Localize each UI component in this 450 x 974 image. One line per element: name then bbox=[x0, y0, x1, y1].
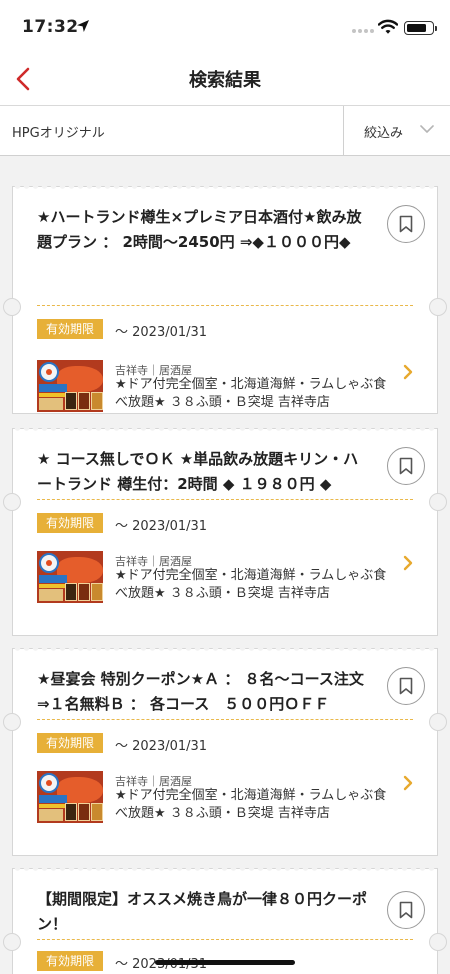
chevron-right-icon bbox=[403, 364, 413, 380]
filter-button[interactable]: 絞込み bbox=[343, 106, 450, 156]
expiry-date: 〜 2023/01/31 bbox=[115, 519, 208, 534]
coupon-list: ★ハートランド樽生×プレミア日本酒付★飲み放題プラン ： 2時間〜2450円 ⇒… bbox=[0, 156, 450, 974]
status-bar: 17:32 bbox=[0, 0, 450, 52]
expiry-date: 〜 2023/01/31 bbox=[115, 325, 208, 340]
navigation-bar: 検索結果 bbox=[0, 52, 450, 106]
location-arrow-icon bbox=[77, 20, 89, 32]
coupon-title: ★ コース無しでＯＫ ★単品飲み放題キリン・ハートランド 樽生付：2時間 ◆ １… bbox=[37, 450, 359, 493]
search-source-label: HPGオリジナル bbox=[12, 126, 105, 141]
shop-thumbnail bbox=[37, 551, 103, 603]
expiry-badge: 有効期限 bbox=[37, 733, 103, 753]
chevron-right-icon bbox=[403, 775, 413, 791]
coupon-title: ★ハートランド樽生×プレミア日本酒付★飲み放題プラン ： 2時間〜2450円 ⇒… bbox=[37, 208, 362, 251]
coupon-card[interactable]: ★昼宴会 特別クーポン★Ａ ： ８名〜コース注文⇒１名無料Ｂ ： 各コース ５０… bbox=[2, 648, 448, 856]
bookmark-icon bbox=[399, 677, 413, 695]
coupon-card[interactable]: ★ハートランド樽生×プレミア日本酒付★飲み放題プラン ： 2時間〜2450円 ⇒… bbox=[2, 186, 448, 414]
filter-label: 絞込み bbox=[364, 126, 404, 141]
chevron-down-icon bbox=[420, 125, 434, 133]
coupon-title: 【期間限定】オススメ焼き鳥が一律８０円クーポン！ bbox=[37, 890, 368, 933]
chevron-right-icon bbox=[403, 555, 413, 571]
battery-icon bbox=[404, 21, 437, 35]
page-title: 検索結果 bbox=[189, 70, 261, 91]
expiry-badge: 有効期限 bbox=[37, 319, 103, 339]
expiry-badge: 有効期限 bbox=[37, 951, 103, 971]
shop-name: ★ドア付完全個室・北海道海鮮・ラムしゃぶ食べ放題★ ３８ふ頭・Ｂ突堤 吉祥寺店 bbox=[115, 788, 387, 821]
bookmark-icon bbox=[399, 215, 413, 233]
coupon-title: ★昼宴会 特別クーポン★Ａ ： ８名〜コース注文⇒１名無料Ｂ ： 各コース ５０… bbox=[37, 670, 364, 713]
bookmark-button[interactable] bbox=[387, 447, 425, 485]
bookmark-button[interactable] bbox=[387, 891, 425, 929]
bookmark-icon bbox=[399, 901, 413, 919]
bookmark-button[interactable] bbox=[387, 205, 425, 243]
bookmark-icon bbox=[399, 457, 413, 475]
home-indicator bbox=[155, 960, 295, 965]
coupon-card[interactable]: 【期間限定】オススメ焼き鳥が一律８０円クーポン！ 有効期限 〜 2023/01/… bbox=[2, 868, 448, 974]
shop-thumbnail bbox=[37, 360, 103, 412]
coupon-card[interactable]: ★ コース無しでＯＫ ★単品飲み放題キリン・ハートランド 樽生付：2時間 ◆ １… bbox=[2, 428, 448, 636]
shop-thumbnail bbox=[37, 771, 103, 823]
status-time: 17:32 bbox=[22, 17, 79, 37]
wifi-icon bbox=[378, 19, 398, 34]
expiry-badge: 有効期限 bbox=[37, 513, 103, 533]
shop-name: ★ドア付完全個室・北海道海鮮・ラムしゃぶ食べ放題★ ３８ふ頭・Ｂ突堤 吉祥寺店 bbox=[115, 568, 387, 601]
cellular-signal-icon bbox=[352, 25, 374, 33]
filter-bar: HPGオリジナル 絞込み bbox=[0, 106, 450, 156]
expiry-date: 〜 2023/01/31 bbox=[115, 739, 208, 754]
bookmark-button[interactable] bbox=[387, 667, 425, 705]
shop-name: ★ドア付完全個室・北海道海鮮・ラムしゃぶ食べ放題★ ３８ふ頭・Ｂ突堤 吉祥寺店 bbox=[115, 377, 387, 410]
